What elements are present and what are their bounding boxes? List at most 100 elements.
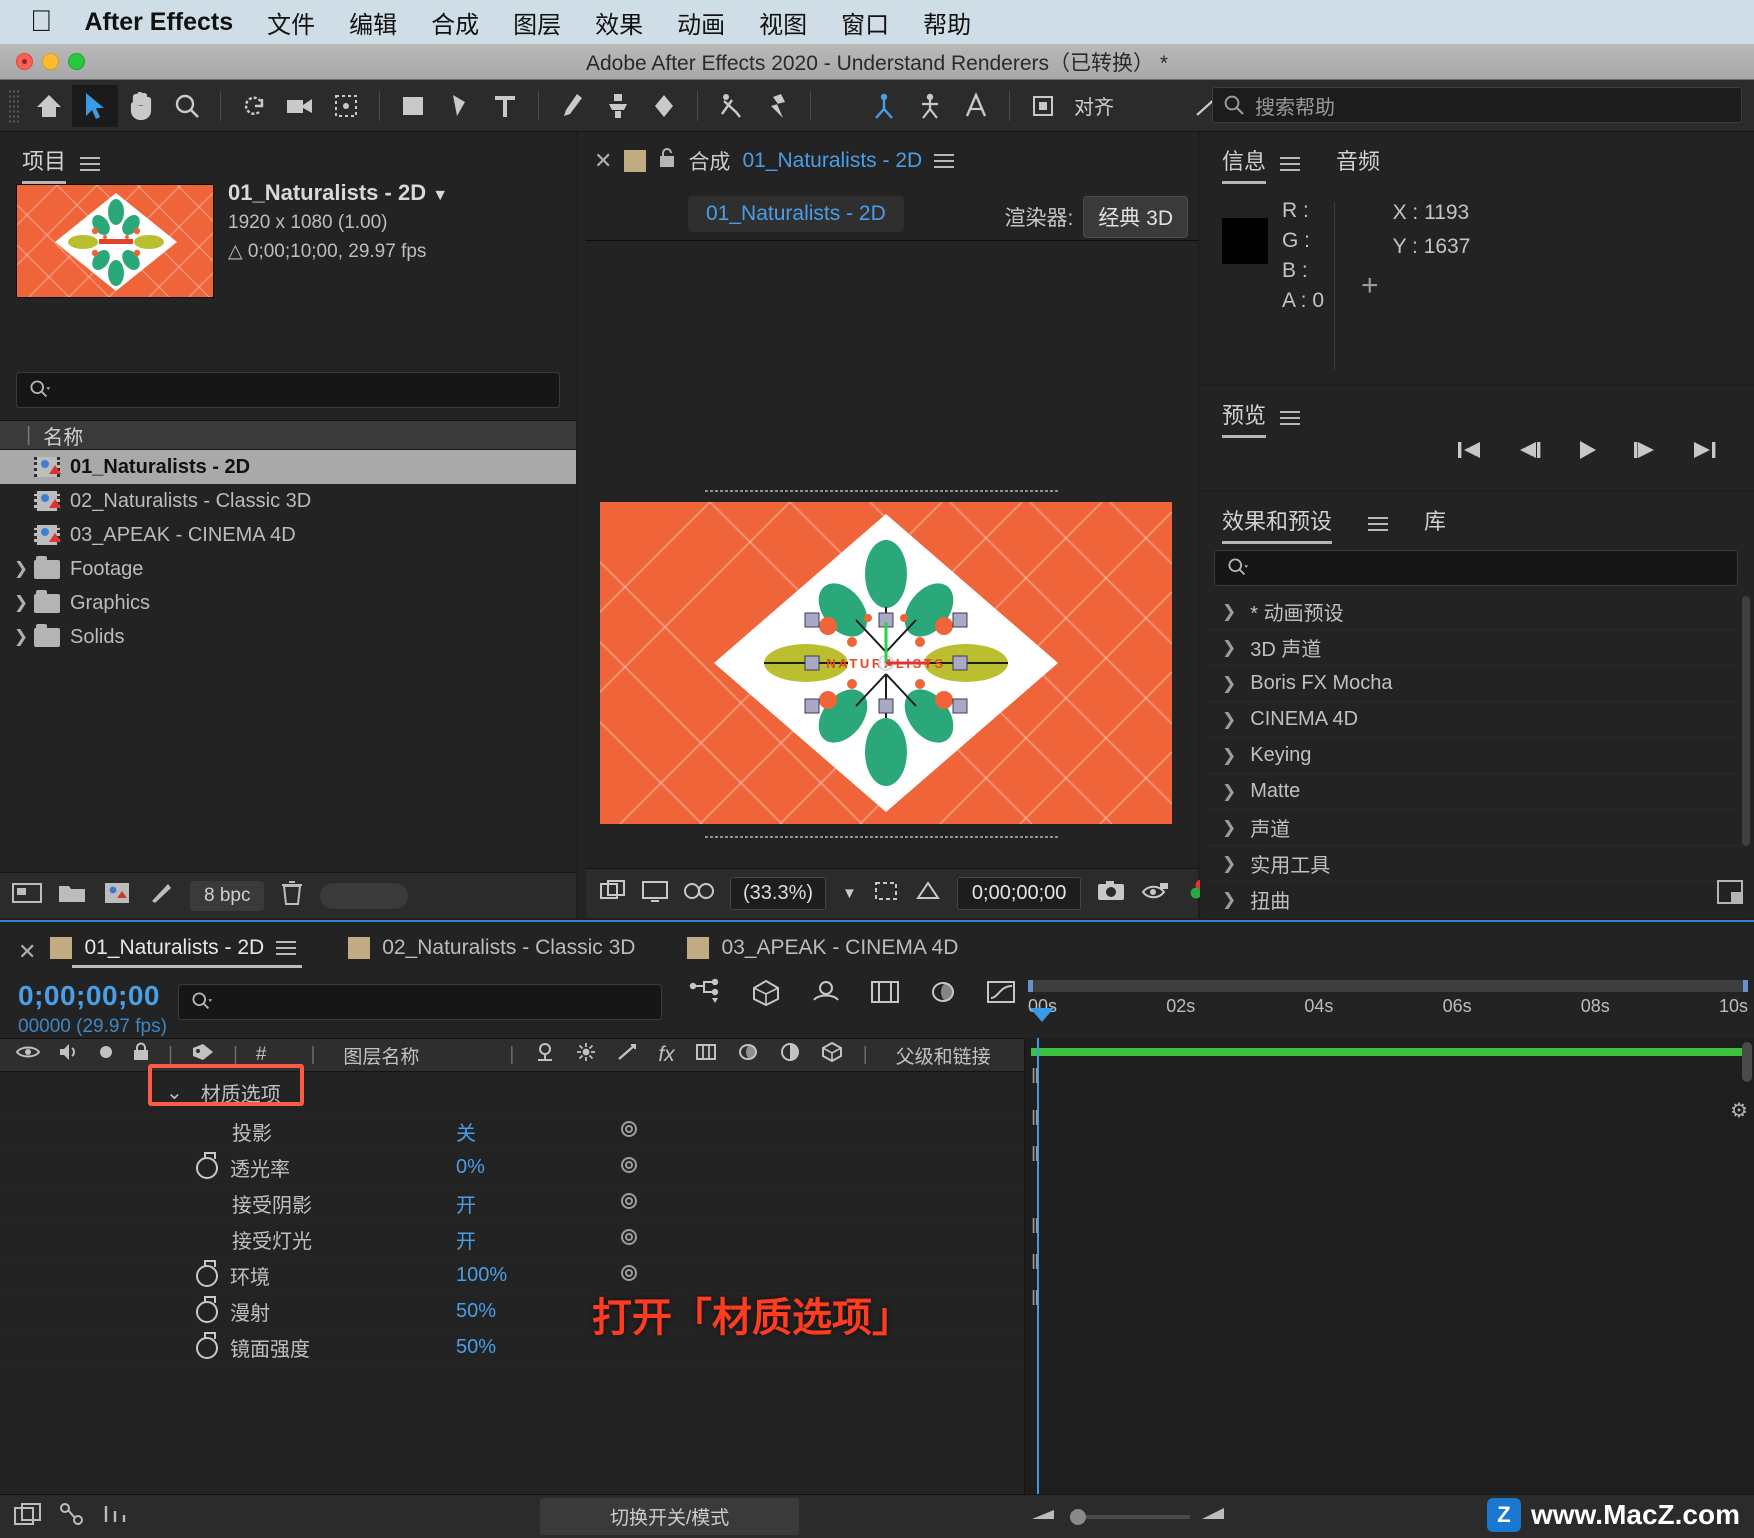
- composition-mini-flowchart-icon[interactable]: [688, 978, 722, 1011]
- stopwatch-icon[interactable]: [196, 1331, 218, 1359]
- frame-blending-icon[interactable]: [870, 978, 900, 1011]
- pan-behind-tool-icon[interactable]: [323, 85, 369, 127]
- snapshot-camera-icon[interactable]: [1097, 880, 1125, 907]
- chevron-down-icon[interactable]: ▼: [842, 885, 857, 902]
- motion-blur-icon[interactable]: [928, 978, 958, 1011]
- project-search-input[interactable]: [16, 372, 560, 408]
- renderer-button[interactable]: 经典 3D: [1083, 196, 1188, 238]
- list-item[interactable]: ❯ Keying: [1208, 738, 1740, 774]
- play-icon[interactable]: [1576, 438, 1598, 467]
- new-composition-icon[interactable]: [102, 881, 132, 910]
- list-item[interactable]: ❯ 扭曲: [1208, 882, 1740, 918]
- selection-tool-icon[interactable]: [72, 84, 118, 127]
- stopwatch-icon[interactable]: [196, 1151, 218, 1179]
- tab-audio[interactable]: 音频: [1336, 144, 1380, 184]
- project-menu-icon[interactable]: [80, 153, 101, 175]
- frame-blend-switch-icon[interactable]: [695, 1042, 717, 1068]
- list-item[interactable]: ❯ Footage: [0, 552, 576, 586]
- shy-switch-icon[interactable]: [576, 1042, 596, 1068]
- tab-timeline-02[interactable]: 02_Naturalists - Classic 3D: [348, 936, 635, 968]
- draft-3d-icon[interactable]: [750, 978, 782, 1011]
- chevron-right-icon[interactable]: ❯: [8, 627, 34, 647]
- chevron-right-icon[interactable]: ❯: [8, 593, 34, 613]
- motion-blur-switch-icon[interactable]: [737, 1042, 759, 1068]
- composition-menu-icon[interactable]: [934, 150, 955, 172]
- tab-project[interactable]: 项目: [22, 144, 67, 184]
- graph-editor-icon[interactable]: [986, 978, 1016, 1011]
- stopwatch-icon[interactable]: [196, 1259, 218, 1287]
- composition-tab-name[interactable]: 01_Naturalists - 2D: [742, 149, 922, 173]
- align-icon[interactable]: [1020, 85, 1066, 127]
- property-value[interactable]: 关: [456, 1117, 616, 1146]
- chevron-right-icon[interactable]: ❯: [1222, 710, 1236, 730]
- eraser-tool-icon[interactable]: [641, 85, 687, 127]
- menu-item-composition[interactable]: 合成: [431, 5, 479, 40]
- property-row[interactable]: 接受阴影 开: [0, 1186, 1024, 1222]
- menu-item-effect[interactable]: 效果: [595, 5, 643, 40]
- lock-icon[interactable]: [658, 147, 676, 175]
- timeline-ruler[interactable]: 00s 02s 04s 06s 08s 10s: [1024, 980, 1754, 1038]
- solo-icon[interactable]: [98, 1044, 114, 1066]
- list-item[interactable]: ❯ 声道: [1208, 810, 1740, 846]
- layer-duration-bar[interactable]: [1031, 1048, 1746, 1056]
- property-value[interactable]: 100%: [456, 1264, 616, 1287]
- effects-search-input[interactable]: [1214, 550, 1738, 586]
- eye-icon[interactable]: [15, 1043, 41, 1067]
- effects-footer-icon[interactable]: [1716, 879, 1744, 910]
- tab-timeline-01[interactable]: 01_Naturalists - 2D: [50, 936, 302, 968]
- tab-info[interactable]: 信息: [1222, 144, 1267, 184]
- track-camera-icon[interactable]: [953, 85, 999, 127]
- toggle-viewer-layout-icon[interactable]: [600, 880, 626, 907]
- composition-name-chip[interactable]: 01_Naturalists - 2D: [688, 196, 904, 232]
- continuous-rasterize-icon[interactable]: [616, 1042, 638, 1068]
- composition-viewer[interactable]: NATURALISTS: [539, 250, 1198, 866]
- list-item[interactable]: 01_Naturalists - 2D: [0, 450, 576, 484]
- work-area-bar[interactable]: [1028, 980, 1748, 992]
- menu-item-view[interactable]: 视图: [759, 5, 807, 40]
- rotation-tool-icon[interactable]: [231, 85, 277, 127]
- hide-shy-layers-icon[interactable]: [810, 978, 842, 1011]
- property-value[interactable]: 开: [456, 1225, 616, 1254]
- shape-tool-icon[interactable]: [390, 85, 436, 127]
- timeline-zoom-handle-icon[interactable]: ⚙: [1730, 1098, 1748, 1123]
- list-item[interactable]: ❯ CINEMA 4D: [1208, 702, 1740, 738]
- keyframe-navigator-icon[interactable]: [616, 1154, 642, 1182]
- chevron-right-icon[interactable]: ❯: [1222, 746, 1236, 766]
- toolbar-grip[interactable]: [8, 88, 20, 123]
- label-tag-icon[interactable]: [191, 1042, 215, 1068]
- timeline-zoom-in-icon[interactable]: [1200, 1506, 1226, 1527]
- playhead[interactable]: [1030, 1008, 1054, 1022]
- toggle-switches-modes-button[interactable]: 切换开关/模式: [540, 1498, 800, 1535]
- chevron-right-icon[interactable]: ❯: [1222, 602, 1236, 622]
- always-preview-icon[interactable]: [642, 880, 668, 907]
- property-group-row[interactable]: ⌄ 材质选项: [0, 1072, 1024, 1114]
- type-tool-icon[interactable]: [482, 85, 528, 127]
- orbit-camera-icon[interactable]: [907, 85, 953, 127]
- keyframe-navigator-icon[interactable]: [616, 1226, 642, 1254]
- list-item[interactable]: ❯ Solids: [0, 620, 576, 654]
- audio-switch-icon[interactable]: [534, 1042, 556, 1068]
- menu-item-window[interactable]: 窗口: [841, 5, 889, 40]
- timeline-current-time[interactable]: 0;00;00;00 00000 (29.97 fps): [18, 980, 167, 1038]
- timeline-right-scrollbar[interactable]: [1742, 1042, 1752, 1082]
- timeline-track-area[interactable]: ‖ ‖ ‖ ‖ ‖ ‖ ⚙: [1024, 1038, 1754, 1494]
- home-icon[interactable]: [26, 85, 72, 127]
- tab-effects-and-presets[interactable]: 效果和预设: [1222, 504, 1333, 544]
- timeline-zoom-out-icon[interactable]: [1030, 1506, 1056, 1527]
- zoom-tool-icon[interactable]: [164, 85, 210, 127]
- tab-preview[interactable]: 预览: [1222, 398, 1267, 438]
- region-of-interest-icon[interactable]: [873, 880, 899, 907]
- 3d-glasses-icon[interactable]: [684, 881, 714, 906]
- chevron-right-icon[interactable]: ❯: [8, 559, 34, 579]
- chevron-right-icon[interactable]: ❯: [1222, 674, 1236, 694]
- chevron-right-icon[interactable]: ❯: [1222, 638, 1236, 658]
- puppet-pin-tool-icon[interactable]: [754, 85, 800, 127]
- list-item[interactable]: ❯ * 动画预设: [1208, 594, 1740, 630]
- transparency-grid-icon[interactable]: [915, 880, 941, 907]
- tab-timeline-03[interactable]: 03_APEAK - CINEMA 4D: [687, 936, 958, 968]
- effects-menu-icon[interactable]: [1368, 513, 1389, 535]
- list-item[interactable]: ❯ 实用工具: [1208, 846, 1740, 882]
- color-depth-icon[interactable]: [148, 881, 174, 910]
- menu-item-help[interactable]: 帮助: [923, 5, 971, 40]
- property-row[interactable]: 接受灯光 开: [0, 1222, 1024, 1258]
